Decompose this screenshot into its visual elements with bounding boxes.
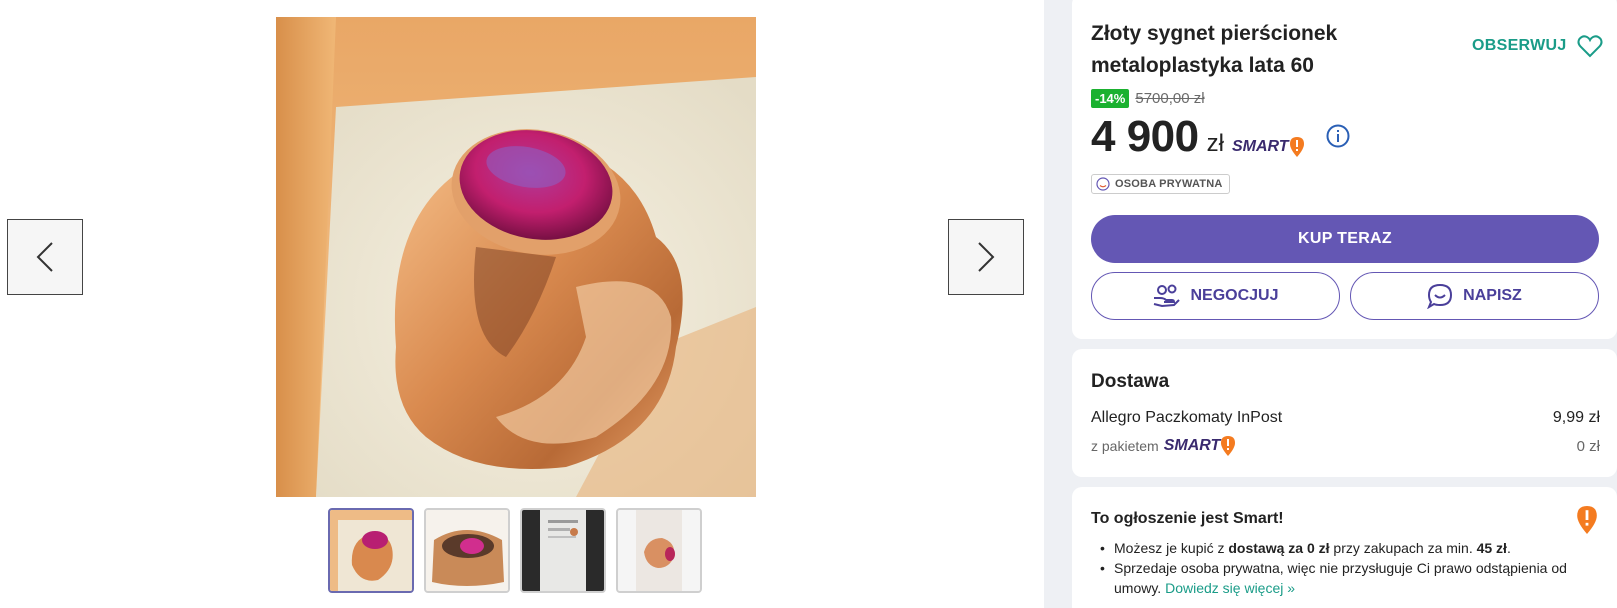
delivery-package-prefix: z pakietem	[1091, 438, 1159, 454]
smart-info-item-withdrawal: Sprzedaje osoba prywatna, więc nie przys…	[1100, 558, 1600, 598]
price-currency: zł	[1206, 130, 1224, 157]
learn-more-link[interactable]: Dowiedz się więcej »	[1165, 580, 1295, 596]
hand-coins-icon	[1154, 284, 1181, 308]
thumbnail-2[interactable]	[424, 508, 510, 593]
thumbnail-image	[330, 510, 412, 591]
negotiate-button[interactable]: NEGOCJUJ	[1091, 272, 1340, 320]
next-photo-button[interactable]	[948, 219, 1024, 295]
heart-icon	[1577, 35, 1603, 58]
delivery-title: Dostawa	[1091, 371, 1170, 392]
chat-bubble-icon	[1427, 283, 1453, 309]
offer-card: Złoty sygnet pierścionek metaloplastyka …	[1072, 0, 1617, 339]
delivery-card: Dostawa Allegro Paczkomaty InPost 9,99 z…	[1072, 349, 1617, 477]
smart-exclamation-icon	[1221, 436, 1236, 456]
smart-info-list: Możesz je kupić z dostawą za 0 zł przy z…	[1100, 538, 1600, 598]
delivery-package-price: 0 zł	[1576, 437, 1600, 455]
seller-type-badge: OSOBA PRYWATNA	[1091, 174, 1230, 194]
thumbnail-image	[426, 510, 508, 591]
chevron-left-icon	[36, 242, 53, 272]
buy-now-button[interactable]: KUP TERAZ	[1091, 215, 1599, 263]
delivery-method-row: Allegro Paczkomaty InPost 9,99 zł	[1091, 409, 1600, 427]
user-icon	[1096, 177, 1110, 191]
price-info-button[interactable]	[1326, 124, 1350, 153]
delivery-package: z pakietem SMART	[1091, 436, 1236, 456]
smart-info-item-delivery: Możesz je kupić z dostawą za 0 zł przy z…	[1100, 538, 1600, 558]
smart-exclamation-icon	[1289, 137, 1304, 157]
price: 4 900	[1091, 112, 1199, 161]
info-icon	[1326, 124, 1350, 148]
smart-logo: SMART	[1232, 137, 1304, 157]
watch-label: OBSERWUJ	[1472, 37, 1567, 54]
smart-info-title: To ogłoszenie jest Smart!	[1091, 510, 1284, 527]
discount-badge: -14%	[1091, 89, 1130, 108]
discount-row: -14% 5700,00 zł	[1091, 89, 1205, 108]
smart-logo: SMART	[1164, 436, 1236, 456]
chevron-right-icon	[978, 242, 995, 272]
delivery-method-price: 9,99 zł	[1552, 409, 1600, 426]
message-button[interactable]: NAPISZ	[1350, 272, 1599, 320]
smart-info-card: To ogłoszenie jest Smart! Możesz je kupi…	[1072, 487, 1617, 608]
smart-exclamation-icon	[1577, 506, 1597, 534]
delivery-method: Allegro Paczkomaty InPost	[1091, 409, 1283, 426]
thumbnail-4[interactable]	[616, 508, 702, 593]
main-photo[interactable]	[276, 17, 756, 497]
negotiate-label: NEGOCJUJ	[1190, 287, 1279, 304]
photo-gallery	[0, 0, 1044, 608]
old-price: 5700,00 zł	[1135, 90, 1205, 107]
smart-text-bold: dostawą za 0 zł	[1228, 540, 1330, 556]
thumbnail-image	[618, 510, 700, 591]
smart-text: Możesz je kupić z	[1114, 540, 1229, 556]
smart-exclamation-icon	[1576, 506, 1598, 539]
thumbnail-strip	[328, 508, 702, 593]
smart-logo-text: SMART	[1231, 138, 1289, 155]
price-row: 4 900 zł SMART	[1091, 112, 1304, 162]
smart-logo-text: SMART	[1163, 437, 1221, 454]
smart-text: przy zakupach za min.	[1329, 540, 1477, 556]
previous-photo-button[interactable]	[7, 219, 83, 295]
ring-photo-illustration	[276, 17, 756, 497]
watch-button[interactable]: OBSERWUJ	[1472, 34, 1603, 58]
thumbnail-1[interactable]	[328, 508, 414, 593]
message-label: NAPISZ	[1463, 287, 1522, 304]
thumbnail-3[interactable]	[520, 508, 606, 593]
smart-text: .	[1506, 540, 1511, 556]
delivery-package-row: z pakietem SMART 0 zł	[1091, 436, 1600, 456]
offer-title: Złoty sygnet pierścionek metaloplastyka …	[1091, 22, 1338, 77]
thumbnail-image	[522, 510, 604, 591]
seller-type-label: OSOBA PRYWATNA	[1115, 178, 1223, 190]
smart-text-bold: 45 zł	[1476, 540, 1507, 556]
